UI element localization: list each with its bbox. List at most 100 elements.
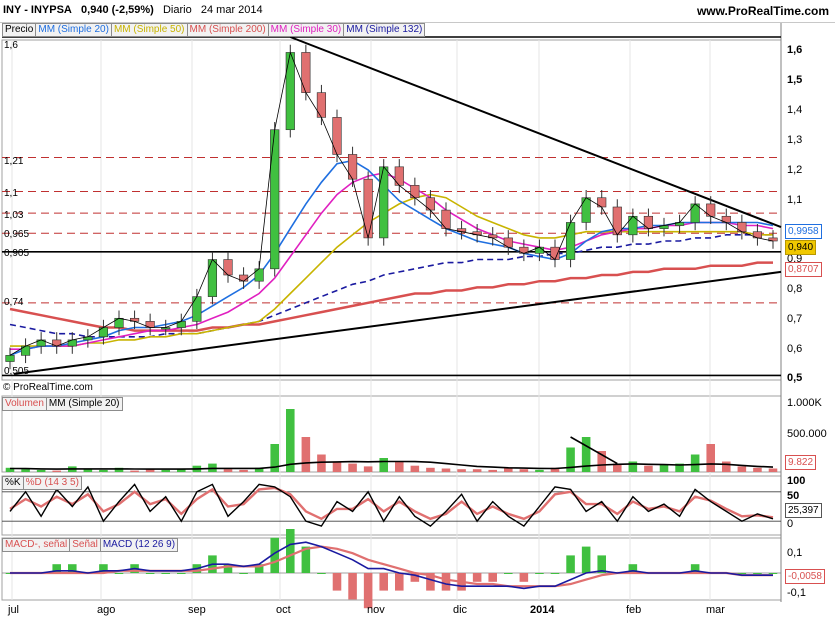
volume-bar [332,461,342,472]
volume-bar [21,469,30,472]
macd-histogram-bar [161,573,170,574]
volume-bar [768,468,778,472]
period-label: Diario [162,4,192,16]
macd-tag: -0,0058 [785,569,825,584]
x-tick-label: mar [706,604,725,616]
price-candle [285,52,295,131]
volume-bar [644,465,653,472]
macd-histogram-bar [348,573,357,600]
volume-bar [161,469,170,472]
macd-histogram-bar [379,573,388,591]
price-candle [332,117,342,155]
symbol-label: INY - INYPSA [3,4,72,16]
volume-bar [348,463,357,472]
volume-bar [426,467,435,472]
volume-bar [659,465,669,472]
legend-stoch-k[interactable]: %K [2,476,24,490]
macd-y-tick: 0,1 [787,547,803,559]
y-tick-label: 1,5 [787,74,803,86]
price-candle [316,92,327,118]
volume-y-tick: 1.000K [787,397,822,409]
site-label: www.ProRealTime.com [696,4,829,18]
y-tick-label: 0,8 [787,283,803,295]
legend-volumen[interactable]: Volumen [2,397,47,411]
macd-histogram-bar [363,573,373,609]
volume-bar [488,469,497,472]
macd-histogram-bar [317,573,326,574]
price-candle [410,185,420,199]
volume-bar [457,469,466,472]
macd-y-tick: -0,1 [787,587,806,599]
volume-bar [379,458,388,472]
price-candle [5,355,15,362]
price-candle [363,178,373,239]
volume-bar [535,469,544,472]
macd-histogram-bar [332,573,342,591]
volume-bar [753,467,762,472]
y-tick-label: 1,6 [787,44,803,56]
x-tick-label: ago [97,604,116,616]
stoch-y-tick: 50 [787,490,800,502]
stoch-y-tick: 0 [787,518,794,530]
macd-histogram-bar [472,573,482,582]
level-label: 0,74 [4,297,24,308]
price-candle [301,52,311,93]
volume-bar [441,468,451,472]
header-info: INY - INYPSA 0,940 (-2,59%) Diario 24 ma… [3,4,263,16]
legend-sma132[interactable]: MM (Simple 132) [343,23,426,37]
legend-volume-sma20[interactable]: MM (Simple 20) [45,397,123,411]
stoch-tag: 25,397 [785,503,822,518]
volume-bar [722,461,731,472]
macd-histogram-bar [768,573,778,574]
volume-bar [737,466,747,472]
legend-macd-signal[interactable]: Señal [69,538,101,552]
y-tick-label: 0,6 [787,343,803,355]
macd-histogram-bar [550,573,560,574]
legend-macd[interactable]: MACD (12 26 9) [99,538,179,552]
level-label: 1,6 [4,40,18,51]
price-candle [643,215,654,229]
volume-bar [99,469,108,472]
x-tick-label: feb [626,604,642,616]
volume-bar [130,470,139,472]
y-tick-label: 1,4 [787,104,803,116]
y-tick-label: 0,7 [787,313,803,325]
volume-bar [52,470,61,472]
price-candle [565,222,576,260]
price-candle [270,129,280,270]
stoch-y-tick: 100 [787,475,806,487]
price-legend: Precio MM (Simple 20) MM (Simple 50) MM … [2,23,426,37]
legend-sma20[interactable]: MM (Simple 20) [35,23,112,37]
macd-histogram-bar [753,573,762,574]
price-candle [347,154,358,180]
volume-bar [690,454,700,472]
price-tag-sma200: 0,8707 [785,262,822,277]
macd-histogram-bar [239,573,248,574]
legend-sma30[interactable]: MM (Simple 30) [267,23,345,37]
x-tick-label: dic [453,604,468,616]
price-tag-sma20: 0,9958 [785,224,822,239]
price-candle [379,166,389,239]
macd-histogram-bar [286,529,295,573]
x-tick-label: sep [188,604,206,616]
legend-sma200[interactable]: MM (Simple 200) [186,23,269,37]
volume-legend: Volumen MM (Simple 20) [2,397,123,411]
y-tick-label: 1,1 [787,194,803,206]
macd-histogram-bar [566,555,575,573]
volume-bar [519,469,529,472]
chart-header: INY - INYPSA 0,940 (-2,59%) Diario 24 ma… [0,0,835,23]
legend-macd-hist[interactable]: MACD-, señal [2,538,71,552]
legend-stoch-d[interactable]: %D (14 3 5) [22,476,82,490]
volume-bar [286,409,295,472]
y-tick-label: 1,2 [787,164,803,176]
macd-histogram-bar [535,573,544,574]
price-tag-last: 0,940 [785,240,817,255]
legend-sma50[interactable]: MM (Simple 50) [110,23,188,37]
volume-bar [628,461,638,472]
x-tick-label: jul [8,604,20,616]
volume-bar [395,461,404,472]
y-tick-label: 1,3 [787,134,803,146]
legend-precio[interactable]: Precio [2,23,37,37]
price-candle [394,166,404,186]
volume-y-tick: 500.000 [787,428,827,440]
